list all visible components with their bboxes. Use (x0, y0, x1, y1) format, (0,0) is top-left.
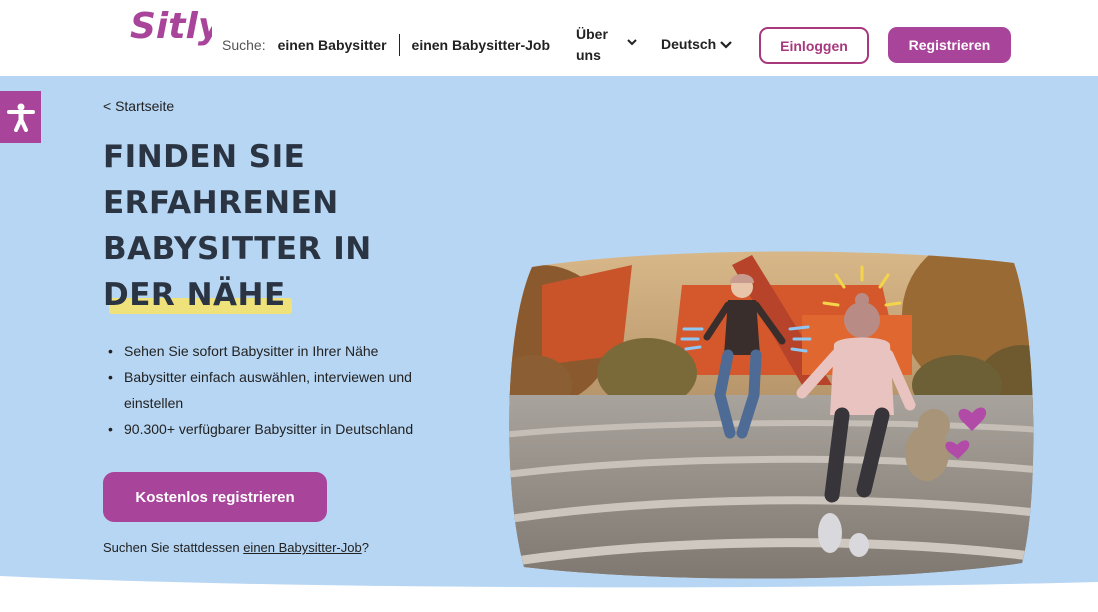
chevron-down-icon[interactable] (627, 37, 637, 49)
register-button[interactable]: Registrieren (888, 27, 1011, 63)
login-button[interactable]: Einloggen (759, 27, 869, 64)
list-item: Sehen Sie sofort Babysitter in Ihrer Näh… (106, 338, 446, 364)
search-label: Suche: (222, 37, 266, 53)
hero-photo (509, 251, 1034, 579)
register-free-button[interactable]: Kostenlos registrieren (103, 472, 327, 522)
headline-highlight: DER NÄHE (103, 272, 292, 318)
language-selector[interactable]: Deutsch (661, 36, 733, 52)
hint-suffix: ? (361, 540, 369, 555)
list-item: 90.300+ verfügbarer Babysitter in Deutsc… (106, 416, 446, 442)
page-title: FINDEN SIE ERFAHRENEN BABYSITTER IN DER … (103, 134, 433, 318)
benefits-list: Sehen Sie sofort Babysitter in Ihrer Näh… (106, 338, 446, 442)
hint-prefix: Suchen Sie stattdessen (103, 540, 244, 555)
svg-text:Sitly: Sitly (130, 6, 212, 47)
nav-link-babysitter-job[interactable]: einen Babysitter-Job (412, 37, 550, 53)
about-line-2: uns (576, 47, 601, 63)
breadcrumb-home-link[interactable]: < Startseite (103, 98, 174, 114)
job-search-hint: Suchen Sie stattdessen einen Babysitter-… (103, 540, 369, 555)
nav-about-us[interactable]: Über uns (576, 24, 616, 66)
headline-line: ERFAHRENEN (103, 185, 339, 221)
nav-link-babysitter[interactable]: einen Babysitter (278, 37, 387, 53)
nav-divider (398, 34, 400, 56)
headline-line: BABYSITTER IN (103, 231, 372, 267)
accessibility-button[interactable] (0, 91, 41, 143)
about-line-1: Über (576, 26, 608, 42)
chevron-down-icon (720, 36, 733, 52)
babysitter-job-link[interactable]: einen Babysitter-Job (243, 540, 362, 555)
accessibility-icon (6, 103, 35, 132)
headline-line: FINDEN SIE (103, 139, 306, 175)
search-nav: Suche: einen Babysitter einen Babysitter… (222, 0, 550, 90)
list-item: Babysitter einfach auswählen, interviewe… (106, 364, 446, 416)
language-label: Deutsch (661, 36, 717, 52)
sitly-logo[interactable]: Sitly (128, 4, 212, 54)
